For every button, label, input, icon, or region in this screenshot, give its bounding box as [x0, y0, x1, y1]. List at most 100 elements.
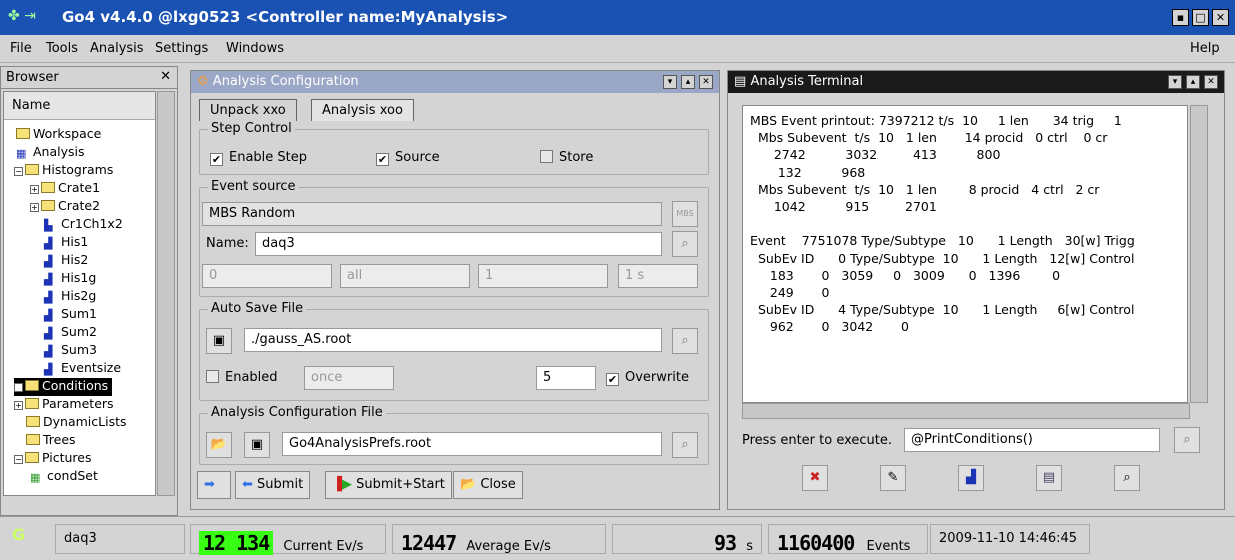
- search-source-icon[interactable]: ⌕: [672, 231, 698, 257]
- expand-icon[interactable]: +: [14, 401, 23, 410]
- terminal-hscroll[interactable]: [742, 403, 1190, 419]
- search-config-icon[interactable]: ⌕: [672, 432, 698, 458]
- printer-icon[interactable]: ▤: [1036, 465, 1062, 491]
- spin-start[interactable]: 0: [202, 264, 332, 288]
- minimize-button[interactable]: ▪: [1172, 9, 1189, 26]
- compression-spin[interactable]: once: [304, 366, 394, 390]
- tree-item-crate1[interactable]: + Crate1: [30, 180, 100, 198]
- avg-rate-label: Average Ev/s: [466, 539, 551, 554]
- tab-unpack[interactable]: Unpack xxo: [199, 99, 297, 121]
- aconf-maximize-button[interactable]: ▴: [681, 75, 695, 89]
- tree-item-cr1ch1x2[interactable]: ▙ Cr1Ch1x2: [44, 216, 123, 234]
- search-command-icon[interactable]: ⌕: [1174, 427, 1200, 453]
- tree-item-label: Conditions: [42, 378, 109, 393]
- terminal-line: SubEv ID 0 Type/Subtype 10 1 Length 12[w…: [750, 250, 1135, 266]
- menu-file[interactable]: File: [10, 41, 32, 56]
- close-button[interactable]: 📂 Close: [453, 471, 523, 499]
- tree-item-eventsize[interactable]: ▟ Eventsize: [44, 360, 121, 378]
- tree-item-his1g[interactable]: ▟ His1g: [44, 270, 96, 288]
- overwrite-checkbox[interactable]: ✔ Overwrite: [606, 370, 689, 386]
- terminal-line: 249 0: [750, 285, 830, 301]
- terminal-output[interactable]: MBS Event printout: 7397212 t/s 10 1 len…: [742, 105, 1188, 403]
- zoom-icon[interactable]: ⌕: [1114, 465, 1140, 491]
- eraser-icon[interactable]: ✎: [880, 465, 906, 491]
- tree-item-parameters[interactable]: + Parameters: [14, 396, 114, 414]
- menu-analysis[interactable]: Analysis: [90, 41, 144, 56]
- tree-item-crate2[interactable]: + Crate2: [30, 198, 100, 216]
- menu-windows[interactable]: Windows: [226, 41, 284, 56]
- tree-item-analysis[interactable]: ▦ Analysis: [16, 144, 85, 162]
- maximize-button[interactable]: □: [1192, 9, 1209, 26]
- close-browser-icon[interactable]: ✕: [160, 69, 171, 84]
- tree-item-workspace[interactable]: Workspace: [16, 126, 101, 144]
- tree-item-condset[interactable]: ▦ condSet: [30, 468, 98, 486]
- submit-button[interactable]: ⬅ Submit: [235, 471, 311, 499]
- arrow-right-button[interactable]: ➡: [197, 471, 231, 499]
- menu-tools[interactable]: Tools: [46, 41, 78, 56]
- spin-step[interactable]: 1: [478, 264, 608, 288]
- terminal-line: Mbs Subevent t/s 10 1 len 8 procid 4 ctr…: [750, 181, 1100, 197]
- open-icon[interactable]: 📂: [206, 432, 232, 458]
- tree-item-his1[interactable]: ▟ His1: [44, 234, 88, 252]
- step-control-group: Step Control ✔ Enable Step ✔ Source Store: [199, 121, 709, 175]
- tree-item-trees[interactable]: Trees: [26, 432, 76, 450]
- window-title: Go4 v4.4.0 @lxg0523 <Controller name:MyA…: [62, 8, 509, 26]
- aconf-menu-button[interactable]: ▾: [663, 75, 677, 89]
- unchecked-icon: [206, 370, 219, 383]
- histogram-icon[interactable]: ▟: [958, 465, 984, 491]
- source-checkbox[interactable]: ✔ Source: [376, 150, 440, 166]
- analysis-icon: ▦: [16, 147, 27, 160]
- terminal-close-button[interactable]: ✕: [1204, 75, 1218, 89]
- tree-item-sum3[interactable]: ▟ Sum3: [44, 342, 97, 360]
- event-source-group: Event source MBS Random MBS Name: daq3 ⌕…: [199, 179, 709, 297]
- expand-icon[interactable]: +: [30, 185, 39, 194]
- tree-item-label: Sum2: [61, 324, 97, 339]
- spin-stop[interactable]: all: [340, 264, 470, 288]
- tree-item-his2g[interactable]: ▟ His2g: [44, 288, 96, 306]
- spin-timeout[interactable]: 1 s: [618, 264, 698, 288]
- clear-icon[interactable]: ✖: [802, 465, 828, 491]
- collapse-icon[interactable]: −: [14, 455, 23, 464]
- save-icon[interactable]: ▣: [206, 328, 232, 354]
- seconds-label: s: [746, 539, 753, 554]
- expand-icon[interactable]: +: [30, 203, 39, 212]
- collapse-icon[interactable]: −: [14, 167, 23, 176]
- tree-item-label: Pictures: [42, 450, 92, 465]
- tree-item-conditions[interactable]: + Conditions: [14, 378, 113, 396]
- config-file-input[interactable]: Go4AnalysisPrefs.root: [282, 432, 662, 456]
- autosave-interval-input[interactable]: 5: [536, 366, 596, 390]
- unchecked-icon: [540, 150, 553, 163]
- expand-icon[interactable]: +: [14, 383, 23, 392]
- autosave-file-input[interactable]: ./gauss_AS.root: [244, 328, 662, 352]
- tree-item-dynamiclists[interactable]: DynamicLists: [26, 414, 127, 432]
- browser-tree[interactable]: Name Workspace ▦ Analysis − Histograms + Cr…: [3, 91, 156, 496]
- tree-item-pictures[interactable]: − Pictures: [14, 450, 92, 468]
- enabled-checkbox[interactable]: Enabled: [206, 370, 278, 385]
- browser-title-label: Browser: [6, 70, 59, 85]
- tree-item-sum2[interactable]: ▟ Sum2: [44, 324, 97, 342]
- terminal-vscroll[interactable]: [1190, 105, 1208, 403]
- mbs-button[interactable]: MBS: [672, 201, 698, 227]
- menu-help[interactable]: Help: [1190, 41, 1220, 56]
- browser-scrollbar[interactable]: [157, 91, 175, 496]
- store-checkbox[interactable]: Store: [540, 150, 593, 165]
- command-input[interactable]: @PrintConditions(): [904, 428, 1160, 452]
- close-window-button[interactable]: ✕: [1212, 9, 1229, 26]
- source-type-combo[interactable]: MBS Random: [202, 202, 662, 226]
- tree-column-header[interactable]: Name: [4, 92, 155, 120]
- save-config-icon[interactable]: ▣: [244, 432, 270, 458]
- tree-item-sum1[interactable]: ▟ Sum1: [44, 306, 97, 324]
- terminal-line: 183 0 3059 0 3009 0 1396 0: [750, 267, 1061, 283]
- enable-step-checkbox[interactable]: ✔ Enable Step: [210, 150, 307, 166]
- menu-settings[interactable]: Settings: [155, 41, 208, 56]
- aconf-close-button[interactable]: ✕: [699, 75, 713, 89]
- tab-analysis[interactable]: Analysis xoo: [311, 99, 414, 121]
- tree-item-histograms[interactable]: − Histograms: [14, 162, 113, 180]
- tree-item-his2[interactable]: ▟ His2: [44, 252, 88, 270]
- submit-start-button[interactable]: ▐▶ Submit+Start: [325, 471, 452, 499]
- folder-icon: [25, 380, 39, 391]
- terminal-maximize-button[interactable]: ▴: [1186, 75, 1200, 89]
- terminal-menu-button[interactable]: ▾: [1168, 75, 1182, 89]
- source-name-input[interactable]: daq3: [255, 232, 662, 256]
- search-autosave-icon[interactable]: ⌕: [672, 328, 698, 354]
